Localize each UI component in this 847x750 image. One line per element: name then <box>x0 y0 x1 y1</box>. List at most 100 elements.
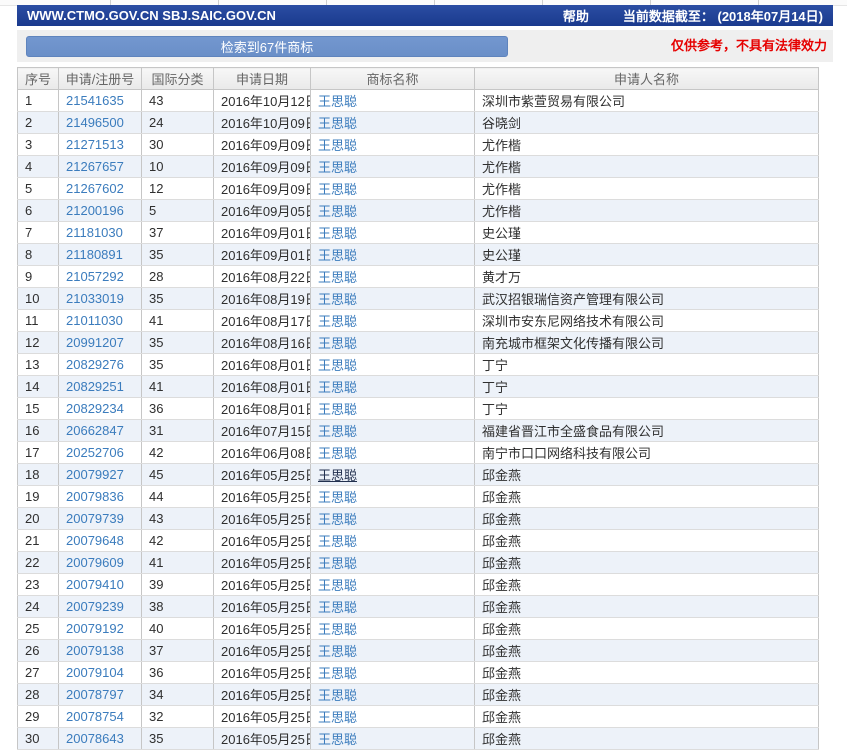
trademark-name-link[interactable]: 王思聪 <box>318 622 357 637</box>
serial-cell: 11 <box>18 310 59 332</box>
trademark-name-link[interactable]: 王思聪 <box>318 204 357 219</box>
registration-number-link[interactable]: 21057292 <box>66 269 124 284</box>
application-date-cell: 2016年05月25日 <box>214 618 311 640</box>
trademark-name-link[interactable]: 王思聪 <box>318 292 357 307</box>
serial-cell: 26 <box>18 640 59 662</box>
registration-number-link[interactable]: 20079410 <box>66 577 124 592</box>
page: WWW.CTMO.GOV.CN SBJ.SAIC.GOV.CN 帮助 当前数据截… <box>0 0 847 741</box>
registration-number-link[interactable]: 20079104 <box>66 665 124 680</box>
table-row: 2120079648422016年05月25日王思聪邱金燕 <box>18 530 819 552</box>
data-cutoff-label: 当前数据截至： (2018年07月14日) <box>623 6 823 25</box>
trademark-name-link[interactable]: 王思聪 <box>318 380 357 395</box>
registration-number-link[interactable]: 21267602 <box>66 181 124 196</box>
trademark-name-link[interactable]: 王思聪 <box>318 424 357 439</box>
trademark-name-link[interactable]: 王思聪 <box>318 182 357 197</box>
application-date-cell: 2016年09月09日 <box>214 178 311 200</box>
registration-number-link[interactable]: 20252706 <box>66 445 124 460</box>
trademark-name-link[interactable]: 王思聪 <box>318 666 357 681</box>
trademark-name-link[interactable]: 王思聪 <box>318 248 357 263</box>
registration-number-cell: 20079836 <box>59 486 142 508</box>
trademark-name-link[interactable]: 王思聪 <box>318 160 357 175</box>
help-link[interactable]: 帮助 <box>563 6 589 25</box>
registration-number-link[interactable]: 20829234 <box>66 401 124 416</box>
registration-number-link[interactable]: 20829276 <box>66 357 124 372</box>
titlebar-right: 帮助 当前数据截至： (2018年07月14日) <box>563 6 823 25</box>
registration-number-link[interactable]: 20829251 <box>66 379 124 394</box>
trademark-name-link[interactable]: 王思聪 <box>318 94 357 109</box>
trademark-name-link[interactable]: 王思聪 <box>318 314 357 329</box>
trademark-name-link[interactable]: 王思聪 <box>318 138 357 153</box>
intl-class-cell: 28 <box>142 266 214 288</box>
registration-number-link[interactable]: 20079739 <box>66 511 124 526</box>
registration-number-link[interactable]: 20079239 <box>66 599 124 614</box>
trademark-name-cell: 王思聪 <box>311 156 475 178</box>
intl-class-cell: 35 <box>142 244 214 266</box>
registration-number-cell: 21200196 <box>59 200 142 222</box>
trademark-name-link[interactable]: 王思聪 <box>318 490 357 505</box>
serial-cell: 24 <box>18 596 59 618</box>
table-row: 1720252706422016年06月08日王思聪南宁市口口网络科技有限公司 <box>18 442 819 464</box>
registration-number-cell: 20991207 <box>59 332 142 354</box>
registration-number-link[interactable]: 21496500 <box>66 115 124 130</box>
registration-number-link[interactable]: 20079192 <box>66 621 124 636</box>
trademark-name-link[interactable]: 王思聪 <box>318 710 357 725</box>
registration-number-link[interactable]: 20078797 <box>66 687 124 702</box>
registration-number-cell: 21267657 <box>59 156 142 178</box>
trademark-name-link[interactable]: 王思聪 <box>318 732 357 747</box>
trademark-name-cell: 王思聪 <box>311 376 475 398</box>
registration-number-link[interactable]: 20079138 <box>66 643 124 658</box>
applicant-name-cell: 黄才万 <box>475 266 819 288</box>
registration-number-link[interactable]: 20078643 <box>66 731 124 746</box>
registration-number-cell: 20252706 <box>59 442 142 464</box>
application-date-cell: 2016年09月01日 <box>214 244 311 266</box>
registration-number-link[interactable]: 20662847 <box>66 423 124 438</box>
registration-number-link[interactable]: 21541635 <box>66 93 124 108</box>
applicant-name-cell: 谷晓剑 <box>475 112 819 134</box>
registration-number-cell: 20078643 <box>59 728 142 750</box>
trademark-name-cell: 王思聪 <box>311 310 475 332</box>
trademark-name-link[interactable]: 王思聪 <box>318 644 357 659</box>
table-row: 3020078643352016年05月25日王思聪邱金燕 <box>18 728 819 750</box>
registration-number-link[interactable]: 21180891 <box>66 247 123 262</box>
trademark-name-link[interactable]: 王思聪 <box>318 226 357 241</box>
trademark-name-link[interactable]: 王思聪 <box>318 270 357 285</box>
trademark-name-link[interactable]: 王思聪 <box>318 358 357 373</box>
trademark-name-link[interactable]: 王思聪 <box>318 688 357 703</box>
intl-class-cell: 39 <box>142 574 214 596</box>
application-date-cell: 2016年08月01日 <box>214 376 311 398</box>
trademark-name-link[interactable]: 王思聪 <box>318 600 357 615</box>
intl-class-cell: 35 <box>142 332 214 354</box>
trademark-name-link[interactable]: 王思聪 <box>318 512 357 527</box>
application-date-cell: 2016年08月22日 <box>214 266 311 288</box>
result-count-button[interactable]: 检索到67件商标 <box>26 36 508 57</box>
registration-number-link[interactable]: 20079609 <box>66 555 124 570</box>
header-registration-number: 申请/注册号 <box>59 68 142 90</box>
registration-number-cell: 20079192 <box>59 618 142 640</box>
registration-number-link[interactable]: 21033019 <box>66 291 124 306</box>
registration-number-cell: 20078797 <box>59 684 142 706</box>
registration-number-link[interactable]: 21271513 <box>66 137 124 152</box>
applicant-name-cell: 尤作楷 <box>475 156 819 178</box>
registration-number-link[interactable]: 20991207 <box>66 335 124 350</box>
intl-class-cell: 31 <box>142 420 214 442</box>
registration-number-link[interactable]: 21181030 <box>66 225 123 240</box>
trademark-name-link[interactable]: 王思聪 <box>318 402 357 417</box>
registration-number-link[interactable]: 21011030 <box>66 313 123 328</box>
registration-number-link[interactable]: 20079648 <box>66 533 124 548</box>
trademark-name-cell: 王思聪 <box>311 618 475 640</box>
serial-cell: 17 <box>18 442 59 464</box>
trademark-name-link[interactable]: 王思聪 <box>318 556 357 571</box>
trademark-name-link[interactable]: 王思聪 <box>318 534 357 549</box>
trademark-name-link[interactable]: 王思聪 <box>318 446 357 461</box>
trademark-name-link[interactable]: 王思聪 <box>318 116 357 131</box>
registration-number-link[interactable]: 21267657 <box>66 159 124 174</box>
registration-number-link[interactable]: 20079927 <box>66 467 124 482</box>
intl-class-cell: 43 <box>142 90 214 112</box>
table-row: 1021033019352016年08月19日王思聪武汉招银瑞信资产管理有限公司 <box>18 288 819 310</box>
trademark-name-link[interactable]: 王思聪 <box>318 336 357 351</box>
registration-number-link[interactable]: 21200196 <box>66 203 124 218</box>
registration-number-link[interactable]: 20079836 <box>66 489 124 504</box>
trademark-name-link[interactable]: 王思聪 <box>318 468 357 483</box>
registration-number-link[interactable]: 20078754 <box>66 709 124 724</box>
trademark-name-link[interactable]: 王思聪 <box>318 578 357 593</box>
